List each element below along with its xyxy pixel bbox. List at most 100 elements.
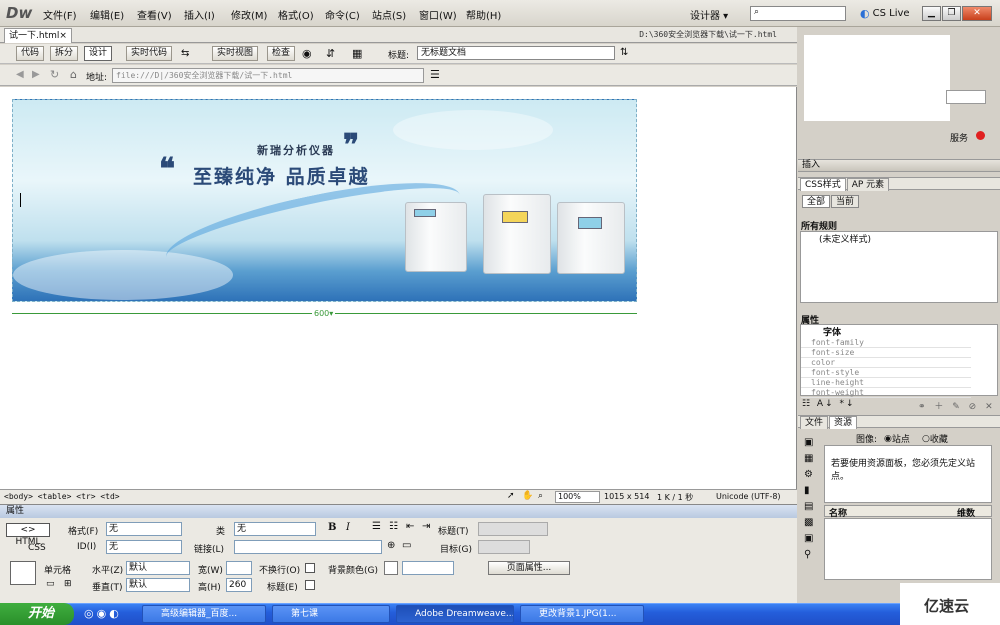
header-checkbox[interactable] (305, 580, 315, 590)
vert-select[interactable]: 默认 (126, 578, 190, 592)
ordered-list-icon[interactable]: ☷ (389, 521, 398, 532)
css-edit-icons[interactable]: ⚭ ＋ ✎ ⊘ ✕ (918, 399, 996, 412)
validate-icon[interactable]: ⇅ (620, 47, 628, 58)
task-image[interactable]: 更改背景1.JPG(1... (520, 605, 644, 623)
height-input[interactable]: 260 (226, 578, 252, 592)
task-editor[interactable]: 高级编辑器_百度... (142, 605, 266, 623)
page-properties-button[interactable]: 页面属性... (488, 561, 570, 575)
bgcolor-input[interactable] (402, 561, 454, 575)
search-input[interactable]: ⌕ (750, 6, 846, 21)
zoom-tool-icon[interactable]: ⌕ (538, 491, 543, 501)
css-rules-list[interactable]: (未定义样式) (800, 231, 998, 303)
quick-launch-icons[interactable]: ◎◉◐ (84, 607, 122, 620)
id-select[interactable]: 无 (106, 540, 182, 554)
home-icon[interactable]: ⌂ (70, 68, 77, 81)
css-prop-row[interactable]: font-family (801, 338, 971, 348)
indent-icon[interactable]: ⇥ (422, 521, 430, 532)
hand-tool-icon[interactable]: ✋ (522, 491, 533, 501)
address-input[interactable]: file:///D|/360安全浏览器下载/试一下.html (112, 68, 424, 83)
design-view-button[interactable]: 设计 (84, 46, 113, 61)
point-to-file-icon[interactable]: ⊕ (387, 540, 395, 551)
zoom-select[interactable]: 100% (555, 491, 600, 503)
outdent-icon[interactable]: ⇤ (406, 521, 414, 532)
unordered-list-icon[interactable]: ☰ (372, 521, 381, 532)
css-mode-current[interactable]: 当前 (831, 195, 860, 208)
tab-files[interactable]: 文件 (800, 416, 829, 429)
css-prop-row[interactable]: font-weight (801, 388, 971, 398)
refresh-icon[interactable]: ↻ (50, 68, 59, 81)
bold-icon[interactable]: B (328, 522, 336, 533)
tab-css-styles[interactable]: CSS样式 (800, 178, 846, 191)
menu-file[interactable]: 文件(F) (43, 7, 77, 22)
task-dreamweaver[interactable]: Adobe Dreamweave... (396, 605, 514, 623)
live-code-button[interactable]: 实时代码 (126, 46, 173, 61)
document-tab[interactable]: 试一下.html× (4, 28, 72, 43)
css-mode-all[interactable]: 全部 (802, 195, 831, 208)
menu-insert[interactable]: 插入(I) (184, 7, 215, 22)
favorites-radio[interactable]: ○ 收藏 (922, 432, 948, 446)
menu-help[interactable]: 帮助(H) (466, 7, 501, 22)
horz-select[interactable]: 默认 (126, 561, 190, 575)
brand-name: 新瑞分析仪器 (257, 144, 335, 157)
menu-window[interactable]: 窗口(W) (419, 7, 457, 22)
css-properties-list[interactable]: 字体 font-family font-size color font-styl… (800, 324, 998, 398)
pointer-tool-icon[interactable]: ➚ (507, 491, 515, 501)
menu-edit[interactable]: 编辑(E) (90, 7, 124, 22)
tab-ap-elements[interactable]: AP 元素 (846, 178, 890, 191)
properties-header[interactable]: 属性 (0, 504, 797, 518)
visual-aids-icon[interactable]: ▦ (352, 47, 362, 60)
menu-view[interactable]: 查看(V) (137, 7, 172, 22)
inspect-button[interactable]: 检查 (267, 46, 296, 61)
banner-image[interactable]: 新瑞分析仪器 ❞ ❝ 至臻纯净 品质卓越 (12, 99, 637, 302)
menu-site[interactable]: 站点(S) (372, 7, 406, 22)
cs-live-button[interactable]: ◐ CS Live (860, 7, 910, 20)
live-view-button[interactable]: 实时视图 (212, 46, 259, 61)
bgcolor-swatch[interactable] (384, 561, 398, 575)
class-select[interactable]: 无 (234, 522, 316, 536)
italic-icon[interactable]: I (346, 522, 350, 533)
close-button[interactable]: ✕ (962, 6, 992, 21)
table-width-label[interactable]: 600▾ (312, 309, 336, 318)
minimize-button[interactable]: ▁ (922, 6, 941, 21)
tag-selector[interactable]: <body> <table> <tr> <td> (4, 492, 120, 501)
css-mode-button[interactable]: CSS (28, 543, 46, 553)
asset-list[interactable] (824, 518, 992, 580)
inspect-icon[interactable]: ⇆ (181, 48, 189, 59)
split-cells-icon[interactable]: ⊞ (64, 579, 72, 589)
format-select[interactable]: 无 (106, 522, 182, 536)
start-button[interactable]: 开始 (0, 603, 74, 625)
browse-folder-icon[interactable]: ▭ (402, 540, 411, 551)
window-size[interactable]: 1015 x 514 (604, 492, 649, 501)
site-radio[interactable]: ◉ 站点 (884, 432, 910, 446)
css-prop-row[interactable]: color (801, 358, 971, 368)
css-rule-item[interactable]: (未定义样式) (801, 232, 997, 245)
workspace-switcher[interactable]: 设计器 ▾ (690, 7, 728, 22)
page-title-input[interactable]: 无标题文档 (417, 46, 615, 60)
css-prop-row[interactable]: font-size (801, 348, 971, 358)
html-mode-button[interactable]: <> HTML (6, 523, 50, 547)
browser-preview-icon[interactable]: ◉ (302, 47, 312, 60)
file-management-icon[interactable]: ⇵ (326, 47, 335, 60)
split-view-button[interactable]: 拆分 (50, 46, 79, 61)
asset-category-icons[interactable]: ▣ ▦ ⚙ ▮ ▤ ▩ ▣ ⚲ (804, 435, 820, 563)
service-label: 服务 (950, 134, 969, 144)
menu-modify[interactable]: 修改(M) (231, 7, 267, 22)
css-prop-row[interactable]: font-style (801, 368, 971, 378)
insert-panel-header[interactable]: 插入 (798, 159, 1000, 172)
merge-cells-icon[interactable]: ▭ (46, 579, 55, 589)
link-input[interactable] (234, 540, 382, 554)
back-icon[interactable]: ◀ (16, 69, 24, 80)
css-prop-row[interactable]: line-height (801, 378, 971, 388)
code-view-button[interactable]: 代码 (16, 46, 45, 61)
restore-button[interactable]: ❐ (942, 6, 961, 21)
menu-format[interactable]: 格式(O) (278, 7, 314, 22)
task-lesson7[interactable]: 第七课 (272, 605, 390, 623)
css-panel-tools[interactable]: ☷ A↓ *↓ (802, 399, 856, 409)
menu-commands[interactable]: 命令(C) (325, 7, 360, 22)
forward-icon[interactable]: ▶ (32, 69, 40, 80)
width-input[interactable] (226, 561, 252, 575)
options-menu-icon[interactable]: ☰ (430, 68, 440, 81)
nowrap-checkbox[interactable] (305, 563, 315, 573)
tab-assets[interactable]: 资源 (829, 416, 858, 429)
site-dropdown[interactable] (946, 90, 986, 104)
